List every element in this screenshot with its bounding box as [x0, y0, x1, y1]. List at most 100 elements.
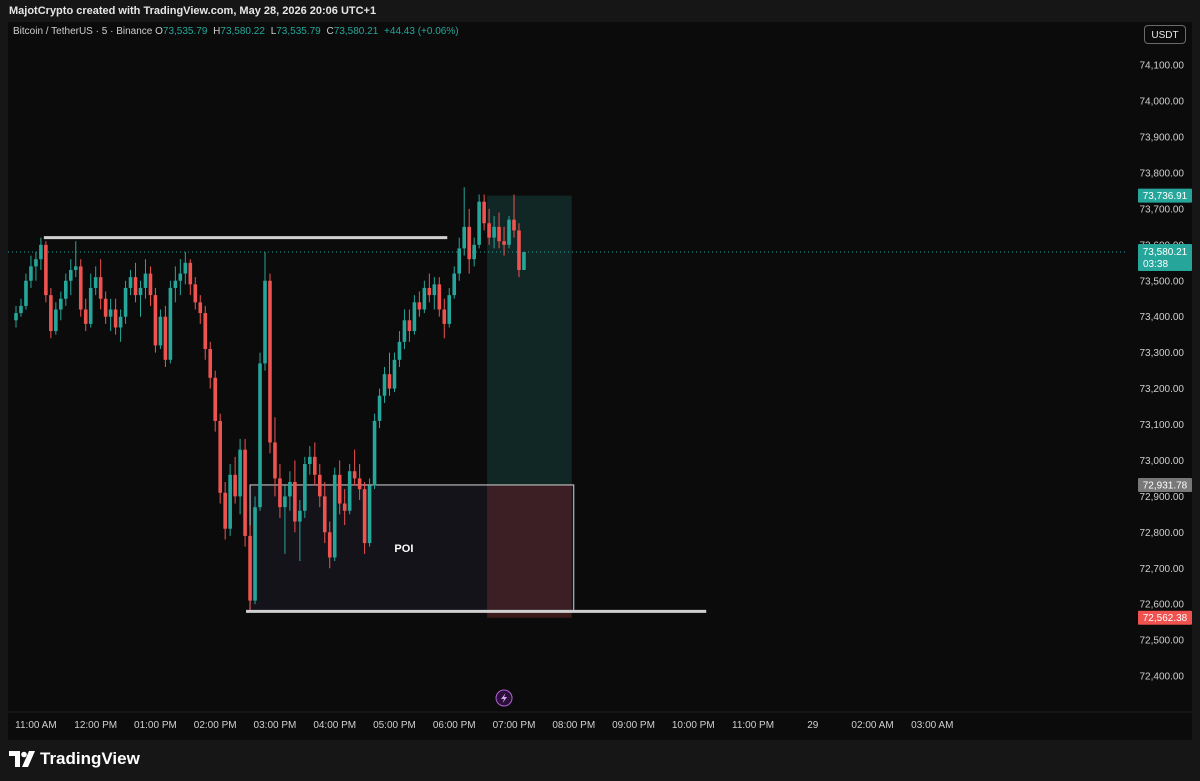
y-tick-label: 73,000.00 — [1140, 456, 1185, 467]
candle-body — [153, 295, 158, 346]
candle-body — [357, 478, 362, 490]
candle-body — [452, 273, 457, 296]
candle-body — [497, 226, 501, 242]
candle-body — [183, 262, 188, 274]
candle-body — [123, 287, 128, 317]
x-tick-label: 29 — [807, 720, 819, 731]
candlestick-chart[interactable]: 74,100.00 74,000.00 73,900.00 73,800.00 73,7… — [8, 22, 1192, 740]
close-value: 73,580.21 — [333, 26, 379, 37]
candle-body — [198, 302, 203, 314]
candle-body — [502, 241, 506, 245]
candle-body — [273, 442, 277, 479]
candle-body — [457, 248, 462, 274]
price-label: 73,736.91 — [1143, 191, 1188, 202]
candle-body — [54, 309, 58, 332]
candle-body — [442, 309, 447, 324]
tradingview-logo[interactable]: TradingView — [9, 749, 140, 769]
candle-body — [402, 320, 407, 342]
candle-body — [382, 374, 387, 396]
candle-body — [283, 496, 287, 508]
candle-body — [288, 482, 292, 497]
candle-body — [34, 259, 38, 267]
candle-body — [278, 478, 282, 508]
candle-body — [342, 503, 347, 511]
high-value: 73,580.22 — [220, 26, 265, 37]
symbol-name[interactable]: Bitcoin / TetherUS · 5 · Binance — [13, 26, 152, 37]
tradingview-brand-name: TradingView — [40, 749, 140, 768]
candle-body — [19, 305, 23, 314]
candle-body — [263, 280, 267, 364]
candle-body — [512, 219, 516, 231]
y-tick-label: 73,100.00 — [1140, 420, 1185, 431]
x-tick-label: 06:00 PM — [433, 720, 476, 731]
candle-body — [298, 510, 302, 522]
candle-body — [447, 295, 452, 324]
open-label: O — [155, 26, 163, 37]
currency-button[interactable]: USDT — [1144, 25, 1186, 44]
candle-body — [44, 244, 48, 296]
y-tick-label: 74,100.00 — [1140, 61, 1185, 72]
candle-body — [88, 287, 93, 324]
x-tick-label: 02:00 AM — [851, 720, 893, 731]
candle-body — [253, 507, 257, 601]
x-tick-label: 04:00 PM — [313, 720, 356, 731]
candle-body — [303, 464, 307, 511]
candle-body — [347, 471, 352, 511]
candle-body — [487, 223, 491, 238]
poi-label: POI — [394, 543, 413, 555]
candle-body — [248, 535, 252, 601]
x-tick-label: 12:00 PM — [74, 720, 117, 731]
candle-body — [417, 302, 422, 310]
x-tick-label: 08:00 PM — [552, 720, 595, 731]
candle-body — [492, 226, 496, 238]
candle-body — [14, 313, 18, 321]
y-tick-label: 72,600.00 — [1140, 600, 1185, 611]
y-tick-label: 73,400.00 — [1140, 312, 1185, 323]
x-tick-label: 09:00 PM — [612, 720, 655, 731]
x-tick-label: 03:00 PM — [254, 720, 297, 731]
candle-body — [68, 269, 73, 281]
candle-body — [477, 201, 481, 245]
y-tick-label: 73,800.00 — [1140, 168, 1185, 179]
x-tick-label: 11:00 AM — [15, 720, 57, 731]
candle-body — [24, 280, 28, 306]
x-tick-label: 11:00 PM — [732, 720, 774, 731]
candle-body — [322, 496, 327, 533]
candle-body — [173, 280, 178, 288]
candle-body — [233, 474, 237, 497]
candle-body — [98, 277, 103, 299]
candle-body — [427, 287, 432, 296]
candle-body — [39, 244, 43, 260]
candle-body — [133, 277, 138, 296]
candle-body — [83, 309, 88, 324]
candle-body — [188, 262, 193, 285]
candle-body — [392, 359, 397, 389]
candle-body — [238, 449, 242, 497]
symbol-legend: Bitcoin / TetherUS · 5 · Binance O73,535… — [13, 26, 462, 37]
x-tick-label: 05:00 PM — [373, 720, 416, 731]
candle-body — [268, 280, 272, 443]
y-tick-label: 72,800.00 — [1140, 528, 1185, 539]
attribution-bar: MajotCrypto created with TradingView.com… — [0, 0, 1200, 22]
candle-body — [467, 226, 471, 260]
chart-area[interactable]: 74,100.00 74,000.00 73,900.00 73,800.00 73,7… — [8, 22, 1192, 740]
candle-body — [213, 377, 217, 421]
price-label: 72,931.78 — [1143, 480, 1188, 491]
candle-body — [143, 273, 148, 288]
candle-body — [293, 482, 297, 522]
candle-body — [138, 287, 143, 296]
open-value: 73,535.79 — [162, 26, 208, 37]
candle-body — [313, 456, 317, 475]
candle-body — [113, 309, 118, 328]
attribution-text: MajotCrypto created with TradingView.com… — [9, 5, 377, 17]
y-tick-label: 72,900.00 — [1140, 492, 1185, 503]
candle-body — [437, 284, 442, 310]
countdown-label: 03:38 — [1143, 259, 1168, 270]
candle-body — [29, 266, 33, 281]
candle-body — [422, 287, 427, 310]
candle-body — [168, 287, 173, 360]
candle-body — [397, 341, 402, 360]
candle-body — [517, 230, 521, 270]
candle-body — [78, 266, 83, 310]
candle-body — [218, 420, 222, 493]
